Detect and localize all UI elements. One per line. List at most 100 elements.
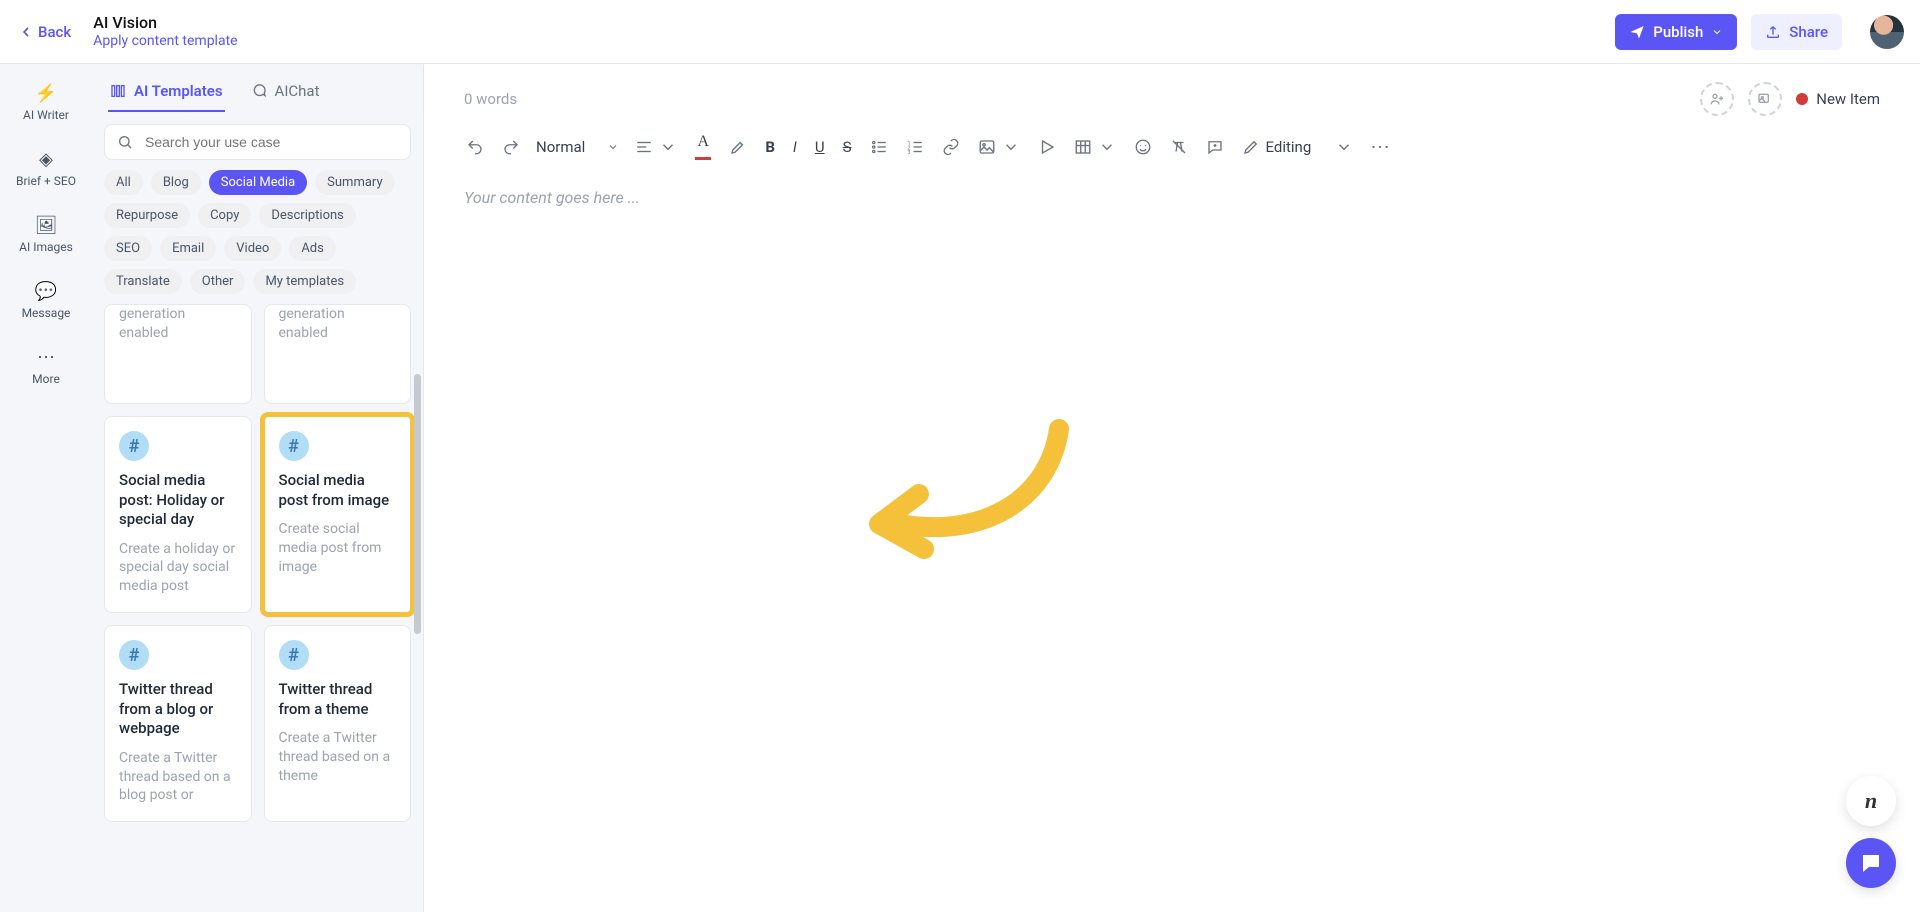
- rail-ai-images[interactable]: 🖼 AI Images: [17, 210, 75, 258]
- more-tools-button[interactable]: ···: [1369, 136, 1393, 158]
- document-bar: 0 words New Item: [424, 64, 1920, 126]
- left-rail: ⚡ AI Writer ◈ Brief + SEO 🖼 AI Images 💬 …: [0, 64, 92, 912]
- tab-ai-templates[interactable]: AI Templates: [108, 74, 225, 112]
- status-new-item[interactable]: New Item: [1796, 90, 1880, 108]
- card-description: Create a Twitter thread based on a theme: [279, 729, 397, 786]
- chevron-left-icon: [18, 24, 34, 40]
- font-color-button[interactable]: A: [693, 132, 713, 162]
- search-box[interactable]: [104, 124, 411, 160]
- filter-chip[interactable]: Blog: [151, 170, 201, 195]
- share-button[interactable]: Share: [1751, 14, 1842, 50]
- apply-template-link[interactable]: Apply content template: [93, 33, 237, 51]
- help-button[interactable]: n: [1846, 776, 1896, 826]
- redo-icon: [502, 138, 520, 156]
- rail-more[interactable]: ⋯ More: [30, 342, 62, 390]
- rail-label: Brief + SEO: [16, 174, 76, 188]
- insert-video-button[interactable]: [1036, 136, 1058, 158]
- logo-n-icon: n: [1865, 788, 1877, 814]
- template-card-list[interactable]: generation enabledgeneration enabled#Soc…: [92, 304, 423, 838]
- redo-button[interactable]: [500, 136, 522, 158]
- italic-button[interactable]: I: [791, 136, 799, 158]
- filter-chip[interactable]: All: [104, 170, 143, 195]
- template-card[interactable]: # Twitter thread from a blog or webpage Cr…: [104, 625, 252, 822]
- chat-bubble-icon: [251, 83, 267, 99]
- filter-chip[interactable]: Repurpose: [104, 203, 190, 228]
- filter-chip[interactable]: SEO: [104, 236, 152, 261]
- rail-ai-writer[interactable]: ⚡ AI Writer: [21, 78, 71, 126]
- target-icon: ◈: [39, 148, 53, 170]
- tab-ai-chat[interactable]: AIChat: [249, 74, 322, 112]
- bold-button[interactable]: B: [763, 136, 777, 158]
- search-input[interactable]: [143, 133, 398, 151]
- numbered-list-button[interactable]: 123: [904, 136, 926, 158]
- filter-chip[interactable]: My templates: [253, 269, 356, 294]
- editor-toolbar: Normal A B I U S 123: [424, 126, 1920, 176]
- editor-content[interactable]: Your content goes here ...: [424, 176, 1920, 219]
- strikethrough-button[interactable]: S: [841, 136, 854, 158]
- highlight-button[interactable]: [727, 136, 749, 158]
- emoji-icon: [1134, 138, 1152, 156]
- template-card[interactable]: # Twitter thread from a theme Create a Twi…: [264, 625, 412, 822]
- paragraph-style-select[interactable]: Normal: [536, 138, 619, 156]
- hash-icon: #: [279, 640, 309, 670]
- clear-format-button[interactable]: [1168, 136, 1190, 158]
- template-card[interactable]: generation enabled: [104, 304, 252, 404]
- undo-button[interactable]: [464, 136, 486, 158]
- rail-brief-seo[interactable]: ◈ Brief + SEO: [14, 144, 78, 192]
- filter-chip[interactable]: Descriptions: [259, 203, 356, 228]
- bullet-list-icon: [870, 138, 888, 156]
- filter-chip[interactable]: Other: [190, 269, 246, 294]
- emoji-button[interactable]: [1132, 136, 1154, 158]
- chevron-down-icon: [1711, 26, 1723, 38]
- filter-chip[interactable]: Email: [160, 236, 216, 261]
- letter-a-icon: A: [698, 134, 710, 150]
- insert-table-button[interactable]: [1072, 136, 1118, 158]
- status-dot-icon: [1796, 93, 1808, 105]
- message-icon: 💬: [35, 280, 57, 302]
- filter-chip[interactable]: Copy: [198, 203, 251, 228]
- link-button[interactable]: [940, 136, 962, 158]
- filter-chip[interactable]: Ads: [289, 236, 336, 261]
- card-title: Twitter thread from a blog or webpage: [119, 680, 237, 739]
- library-icon: [110, 83, 126, 99]
- mode-select[interactable]: Editing: [1240, 136, 1356, 158]
- panel-tabs: AI Templates AIChat: [92, 64, 423, 112]
- card-title: Twitter thread from a theme: [279, 680, 397, 719]
- align-button[interactable]: [633, 136, 679, 158]
- card-description: Create social media post from image: [279, 520, 397, 577]
- template-card[interactable]: generation enabled: [264, 304, 412, 404]
- search-icon: [117, 134, 133, 150]
- avatar[interactable]: [1870, 15, 1904, 49]
- back-button[interactable]: Back: [10, 17, 79, 47]
- template-card[interactable]: #Social media post from imageCreate soci…: [264, 416, 412, 613]
- image-icon: 🖼: [35, 214, 58, 236]
- chat-launcher-button[interactable]: [1846, 838, 1896, 888]
- chevron-down-icon: [607, 141, 619, 153]
- filter-chip[interactable]: Video: [224, 236, 281, 261]
- link-icon: [942, 138, 960, 156]
- insert-image-button[interactable]: [976, 136, 1022, 158]
- filter-chip[interactable]: Translate: [104, 269, 182, 294]
- scrollbar-thumb[interactable]: [414, 374, 421, 634]
- hash-icon: #: [119, 640, 149, 670]
- card-description: Create a Twitter thread based on a blog …: [119, 749, 237, 806]
- undo-icon: [466, 138, 484, 156]
- template-card[interactable]: #Social media post: Holiday or special d…: [104, 416, 252, 613]
- align-left-icon: [635, 138, 653, 156]
- bullet-list-button[interactable]: [868, 136, 890, 158]
- underline-button[interactable]: U: [813, 136, 827, 158]
- user-plus-icon: [1709, 91, 1725, 107]
- svg-text:3: 3: [907, 150, 910, 156]
- add-collaborator-button[interactable]: [1700, 82, 1734, 116]
- publish-button[interactable]: Publish: [1615, 14, 1737, 50]
- rail-label: AI Writer: [23, 108, 69, 122]
- rail-message[interactable]: 💬 Message: [20, 276, 73, 324]
- filter-chip[interactable]: Social Media: [209, 170, 307, 195]
- floating-buttons: n: [1846, 776, 1896, 888]
- comment-button[interactable]: [1204, 136, 1226, 158]
- filter-chip[interactable]: Summary: [315, 170, 394, 195]
- filter-chips: All Blog Social Media Summary Repurpose Copy D…: [92, 170, 423, 304]
- mode-label: Editing: [1266, 138, 1312, 156]
- add-media-button[interactable]: [1748, 82, 1782, 116]
- card-title: Social media post: Holiday or special da…: [119, 471, 237, 530]
